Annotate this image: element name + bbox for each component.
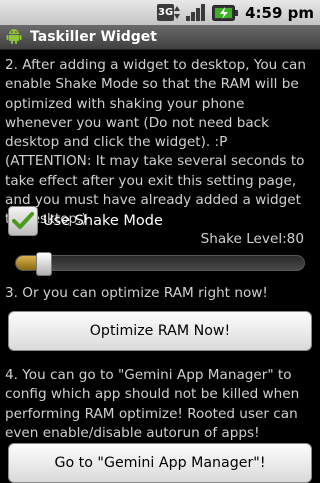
shake-mode-checkbox[interactable]: [8, 206, 38, 236]
app-title: Taskiller Widget: [30, 29, 157, 45]
3g-data-icon: 3G: [157, 4, 181, 21]
signal-icon: [185, 3, 207, 21]
clock: 4:59 pm: [245, 3, 314, 22]
shake-mode-instructions: 2. After adding a widget to desktop, You…: [5, 57, 307, 228]
gemini-instructions: 4. You can go to "Gemini App Manager" to…: [5, 367, 300, 441]
slider-thumb[interactable]: [36, 252, 52, 276]
network-type-label: 3G: [157, 4, 175, 21]
battery-charging-icon: [212, 4, 239, 21]
gemini-app-manager-button[interactable]: Go to "Gemini App Manager"!: [8, 443, 312, 483]
shake-level-label: Shake Level:80: [200, 231, 304, 247]
shake-mode-label: Use Shake Mode: [43, 213, 163, 229]
optimize-instructions: 3. Or you can optimize RAM right now!: [5, 285, 268, 301]
optimize-ram-button[interactable]: Optimize RAM Now!: [8, 311, 312, 351]
shake-level-slider[interactable]: [15, 252, 305, 276]
checkmark-icon: [12, 212, 34, 229]
shake-mode-row[interactable]: Use Shake Mode: [8, 205, 163, 237]
status-bar: 3G 4:59 pm: [0, 0, 320, 25]
android-icon: [5, 26, 23, 48]
slider-track[interactable]: [15, 255, 305, 271]
title-bar: Taskiller Widget: [0, 25, 320, 50]
